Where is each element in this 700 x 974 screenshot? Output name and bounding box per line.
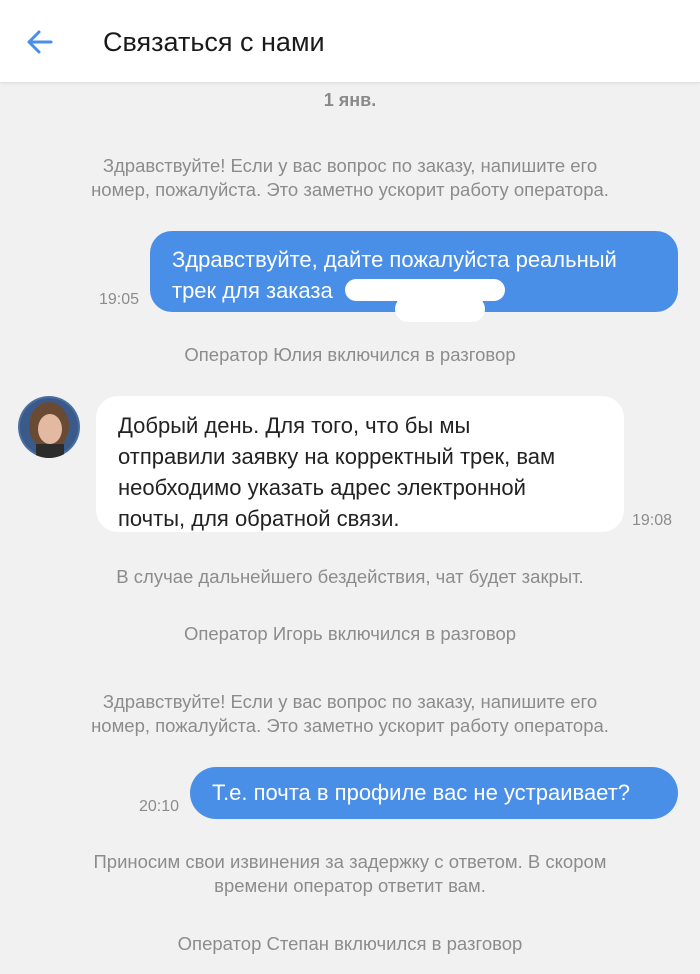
system-message-line: Здравствуйте! Если у вас вопрос по заказ…	[102, 691, 598, 712]
incoming-message[interactable]: Добрый день. Для того, что бы мы отправи…	[96, 396, 624, 532]
system-message-line: Приносим свои извинения за задержку с от…	[93, 851, 607, 872]
system-message: Оператор Юлия включился в разговор	[184, 344, 516, 365]
system-message-line: времени оператор ответит вам.	[214, 875, 486, 896]
operator-avatar	[18, 396, 80, 458]
system-message: Оператор Степан включился в разговор	[177, 933, 523, 954]
app-header: Связаться с нами	[0, 0, 700, 83]
page-title: Связаться с нами	[103, 27, 325, 57]
date-separator: 1 янв.	[323, 90, 377, 110]
message-line: почты, для обратной связи.	[118, 506, 400, 531]
system-message-line: Здравствуйте! Если у вас вопрос по заказ…	[102, 155, 598, 176]
arrow-left-icon	[27, 30, 53, 54]
message-line: Здравствуйте, дайте пожалуйста реальный	[172, 247, 617, 272]
system-message: Приносим свои извинения за задержку с от…	[0, 850, 700, 898]
outgoing-message[interactable]: Т.е. почта в профиле вас не устраивает?	[190, 767, 678, 819]
system-message: Оператор Игорь включился в разговор	[183, 623, 517, 644]
message-line: Т.е. почта в профиле вас не устраивает?	[212, 780, 630, 805]
message-line: Добрый день. Для того, что бы мы	[118, 413, 471, 438]
message-line: необходимо указать адрес электронной	[118, 475, 526, 500]
redaction-mark	[395, 296, 485, 322]
system-message: Здравствуйте! Если у вас вопрос по заказ…	[0, 154, 700, 202]
system-message: В случае дальнейшего бездействия, чат бу…	[116, 566, 584, 587]
back-button[interactable]	[22, 24, 58, 60]
system-message-line: номер, пожалуйста. Это заметно ускорит р…	[91, 715, 609, 736]
system-message: Здравствуйте! Если у вас вопрос по заказ…	[0, 690, 700, 738]
system-message-line: номер, пожалуйста. Это заметно ускорит р…	[91, 179, 609, 200]
message-time: 20:10	[139, 798, 180, 815]
message-line: отправили заявку на корректный трек, вам	[118, 444, 556, 469]
message-time: 19:05	[99, 291, 140, 308]
message-time: 19:08	[632, 512, 673, 529]
avatar-image	[18, 396, 80, 458]
